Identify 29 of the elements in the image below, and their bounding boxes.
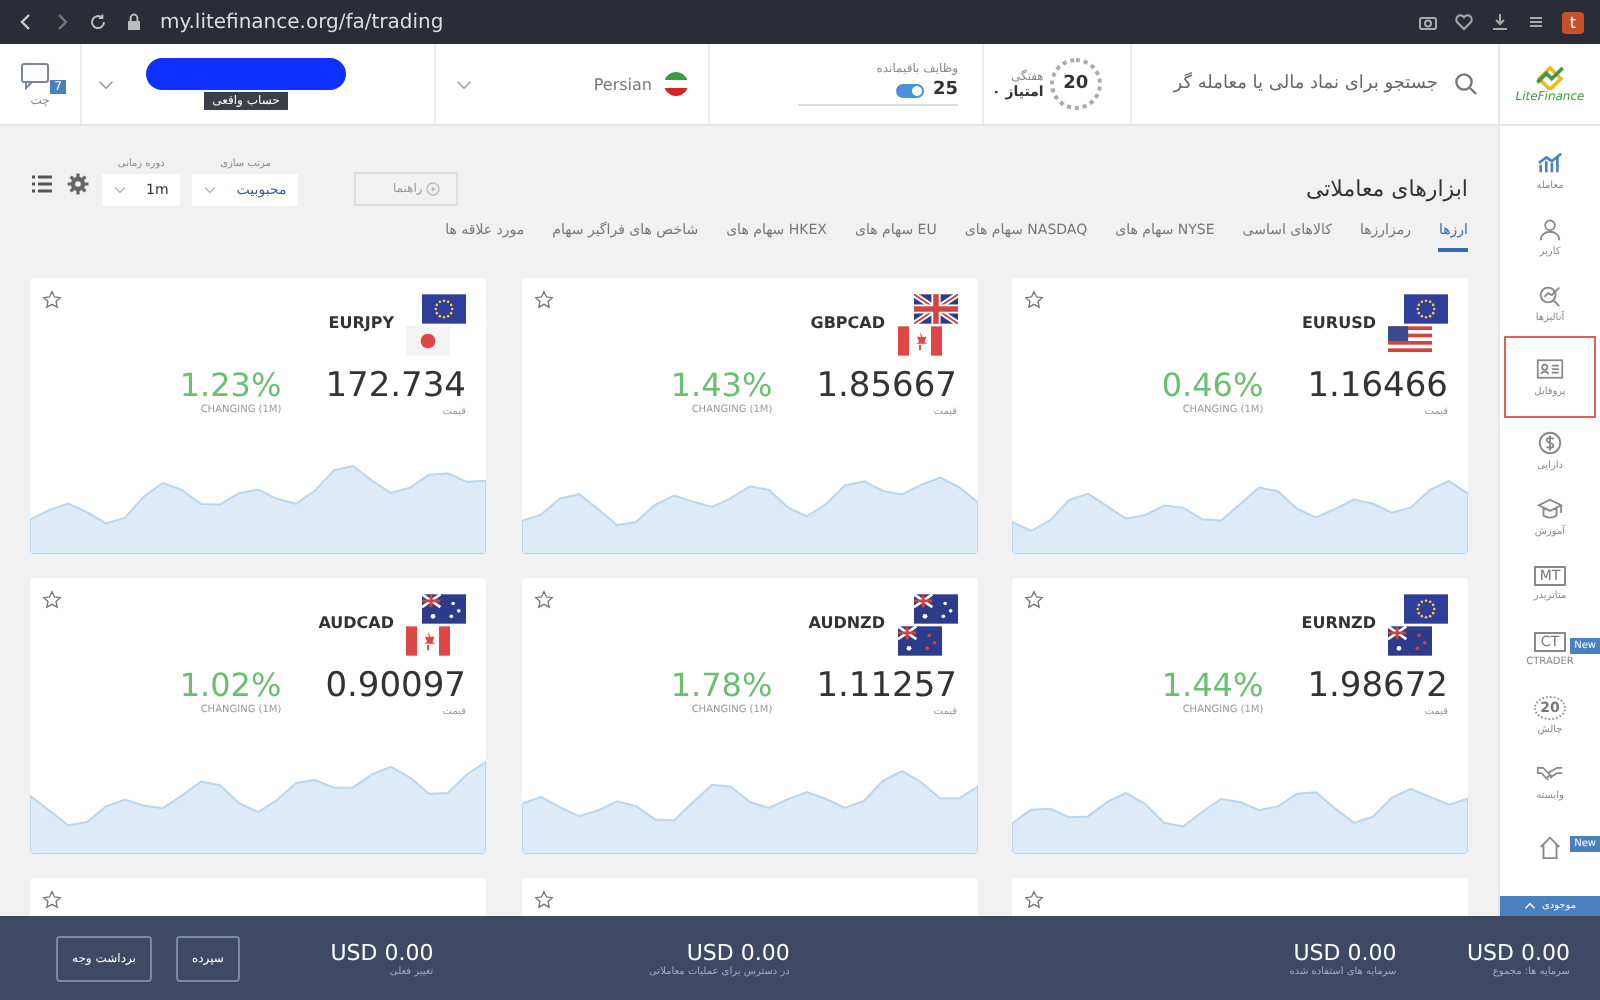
language-name[interactable]: Persian <box>593 75 652 93</box>
instrument-symbol: GBPCAD <box>810 314 885 332</box>
balance-value: USD 0.00 <box>1293 939 1397 965</box>
instrument-symbol: EURNZD <box>1301 614 1376 632</box>
page-title: ابزارهای معاملاتی <box>1305 176 1468 202</box>
price-value: 1.16466 <box>1307 366 1448 406</box>
change-percent: 1.44% <box>1161 666 1264 704</box>
level-badge: 20 <box>1049 58 1102 110</box>
instrument-symbol: AUDCAD <box>318 614 394 632</box>
change-percent: 0.46% <box>1161 366 1264 404</box>
instrument-symbol: EURUSD <box>1301 314 1376 332</box>
change-percent: 1.43% <box>670 366 773 404</box>
price-value: 0.90097 <box>325 666 466 706</box>
balance-value: USD 0.00 <box>686 939 790 965</box>
tasks-count: 25 <box>932 80 958 100</box>
price-value: 1.98672 <box>1307 666 1448 706</box>
price-value: 172.734 <box>325 366 466 406</box>
instrument-symbol: AUDNZD <box>808 614 885 632</box>
instrument-symbol: EURJPY <box>328 314 394 332</box>
price-value: 1.85667 <box>816 366 957 406</box>
change-percent: 1.02% <box>179 666 282 704</box>
profile-badge[interactable]: t <box>1561 11 1584 33</box>
balance-value: USD 0.00 <box>1467 939 1570 965</box>
search-field[interactable]: جستجو برای نماد مالی یا معامله گر <box>1173 74 1438 94</box>
address-bar[interactable]: my.litefinance.org/fa/trading <box>160 11 444 33</box>
change-percent: 1.78% <box>670 666 773 704</box>
change-percent: 1.23% <box>179 366 282 404</box>
balance-value: USD 0.00 <box>330 939 434 965</box>
price-value: 1.11257 <box>816 666 957 706</box>
